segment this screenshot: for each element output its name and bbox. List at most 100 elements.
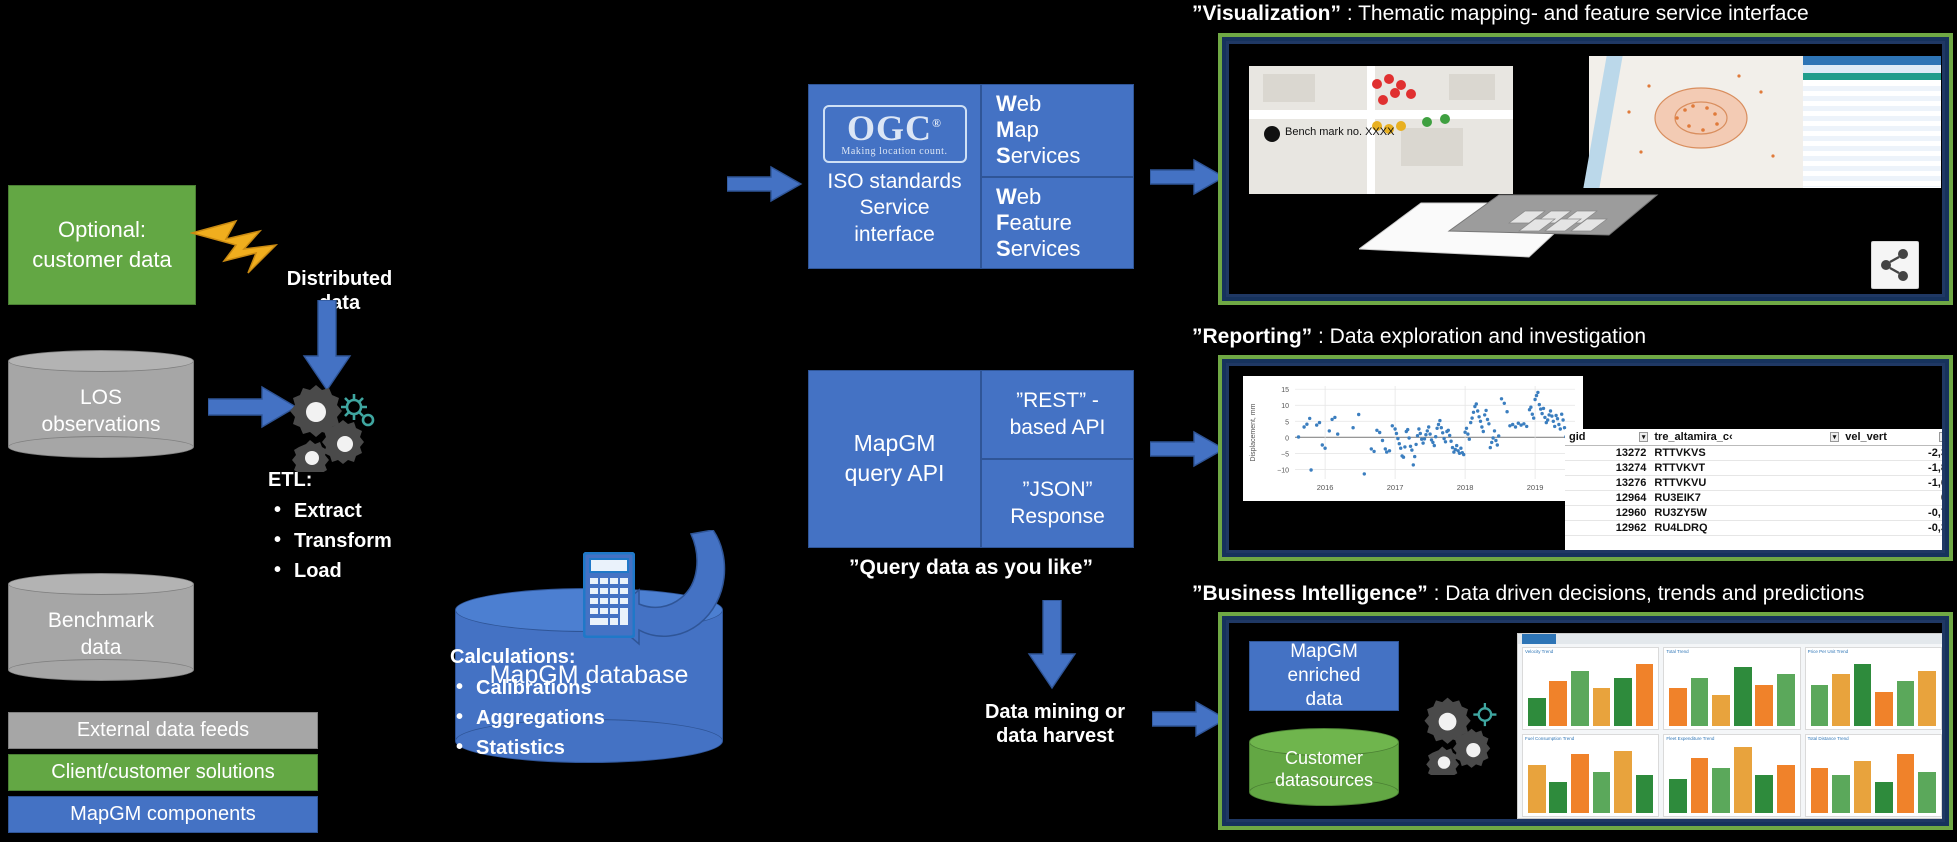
- benchmark-data-label: Benchmark data: [47, 608, 155, 659]
- table-cell: 13272: [1565, 445, 1651, 461]
- optional-customer-data-box: Optional: customer data: [8, 185, 196, 305]
- dashboard-bar: [1918, 670, 1937, 726]
- bi-panel-title: ”Business Intelligence” : Data driven de…: [1192, 582, 1864, 606]
- benchmark-data-cylinder: Benchmark data: [8, 573, 194, 681]
- dashboard-bar: [1571, 670, 1589, 726]
- legend-label: External data feeds: [76, 719, 250, 741]
- dashboard-bar: [1810, 684, 1829, 726]
- reporting-panel-title: ”Reporting” : Data exploration and inves…: [1192, 325, 1646, 349]
- svg-text:−10: −10: [1277, 467, 1289, 474]
- thematic-map-view[interactable]: Bench mark no. XXXX: [1249, 66, 1513, 194]
- visualization-panel-title: ”Visualization” : Thematic mapping- and …: [1192, 2, 1809, 26]
- arrow-down-to-harvest: [1027, 600, 1077, 690]
- share-icon[interactable]: [1871, 241, 1919, 289]
- web-feature-services-label: Web Feature Services: [996, 183, 1081, 261]
- table-column-header: gid ▾: [1565, 429, 1651, 446]
- feature-service-view[interactable]: [1583, 56, 1941, 188]
- dashboard-bar: [1549, 681, 1568, 726]
- legend-item-client-customer-solutions: Client/customer solutions: [8, 754, 318, 791]
- mapgm-query-api-label: MapGM query API: [844, 430, 945, 486]
- reporting-title-quoted: ”Reporting”: [1192, 325, 1313, 348]
- dashboard-card-title: Fleet Expenditure Trend: [1666, 736, 1715, 741]
- etl-item: Extract: [268, 495, 468, 526]
- business-intelligence-panel: MapGM enriched data Customer datasources: [1218, 612, 1953, 830]
- dashboard-bar: [1832, 674, 1850, 726]
- table-cell: RU3EIK7: [1650, 490, 1842, 506]
- dashboard-bar: [1669, 778, 1687, 813]
- api-formats-column: ”REST” - based API ”JSON” Response: [981, 370, 1134, 548]
- bi-title-quoted: ”Business Intelligence”: [1192, 582, 1428, 605]
- table-body: [1803, 81, 1941, 187]
- dashboard-bar: [1755, 775, 1774, 813]
- dashboard-bar: [1755, 684, 1774, 726]
- svg-text:Displacement, mm: Displacement, mm: [1250, 403, 1257, 461]
- svg-text:2018: 2018: [1457, 483, 1474, 492]
- dashboard-bar: [1896, 681, 1915, 726]
- displacement-scatter-chart[interactable]: 15 10 5 0 −5 −10 2016 2017 2018 2019 Displacement,…: [1243, 376, 1583, 501]
- etl-list: Extract Transform Load: [268, 495, 468, 586]
- bi-dashboard[interactable]: Velocity Trend Total Trend Price Per Unit …: [1517, 633, 1942, 819]
- dashboard-chart-card[interactable]: Fuel Consumption Trend: [1522, 734, 1660, 817]
- svg-text:2017: 2017: [1387, 483, 1404, 492]
- dashboard-bar: [1712, 694, 1731, 726]
- mapgm-query-api-box: MapGM query API: [808, 370, 981, 548]
- json-response-label: ”JSON” Response: [1010, 478, 1105, 528]
- visualization-panel-inner: Bench mark no. XXXX: [1226, 41, 1945, 297]
- table-cell: RU4LDRQ: [1650, 520, 1842, 536]
- table-cell: RTTVKVT: [1650, 460, 1842, 476]
- svg-text:5: 5: [1285, 419, 1289, 426]
- reporting-panel: 15 10 5 0 −5 −10 2016 2017 2018 2019 Displacement,…: [1218, 355, 1953, 561]
- table-subheader-row: [1803, 65, 1941, 73]
- table-row: 13274RTTVKVT-1,8: [1565, 460, 1942, 476]
- feature-attribute-table[interactable]: [1803, 56, 1941, 188]
- rest-api-box: ”REST” - based API: [981, 370, 1134, 459]
- mapgm-database-cylinder: MapGM database: [455, 588, 723, 763]
- dashboard-bar: [1690, 677, 1709, 726]
- dashboard-bar: [1527, 698, 1546, 726]
- dashboard-chart-card[interactable]: Total Trend: [1663, 647, 1801, 730]
- table-highlight-row: [1803, 73, 1941, 80]
- table-row: 12960RU3ZY5W-0,7: [1565, 505, 1942, 521]
- table-header-row: [1803, 56, 1941, 65]
- svg-text:2016: 2016: [1317, 483, 1334, 492]
- table-cell: 12960: [1565, 505, 1651, 521]
- dashboard-bar: [1832, 775, 1850, 813]
- legend-item-external-data-feeds: External data feeds: [8, 712, 318, 749]
- table-cell: 0: [1841, 490, 1942, 506]
- dashboard-chart-card[interactable]: Velocity Trend: [1522, 647, 1660, 730]
- mapgm-database-label: MapGM database: [489, 661, 689, 689]
- legend: External data feeds Client/customer solu…: [8, 712, 318, 833]
- arrow-to-ogc: [727, 165, 803, 203]
- dashboard-chart-card[interactable]: Price Per Unit Trend: [1804, 647, 1942, 730]
- table-cell: RU3ZY5W: [1650, 505, 1842, 521]
- ogc-standards-box: OGC® Making location count. ISO standard…: [808, 84, 981, 269]
- data-mining-label: Data mining or data harvest: [984, 701, 1125, 747]
- dashboard-bar: [1853, 663, 1872, 726]
- feature-map: [1583, 56, 1803, 188]
- dashboard-bar: [1733, 667, 1752, 726]
- dashboard-chart-card[interactable]: Fleet Expenditure Trend: [1663, 734, 1801, 817]
- dashboard-chart-card[interactable]: Total Distance Trend: [1804, 734, 1942, 817]
- optional-customer-data-label: Optional: customer data: [32, 217, 172, 272]
- table-cell: -1,8: [1841, 460, 1942, 476]
- dashboard-card-title: Total Distance Trend: [1807, 736, 1849, 741]
- reporting-data-table[interactable]: gid▾tre_altamira_c‹▾vel_vert▾13272RTTVKV…: [1565, 429, 1942, 550]
- tilted-grid-visual: [1359, 194, 1659, 258]
- table-column-header: vel_vert▾: [1841, 429, 1942, 446]
- arrow-to-business-intelligence: [1152, 700, 1228, 738]
- dashboard-bar: [1549, 781, 1568, 813]
- dashboard-card-title: Total Trend: [1666, 649, 1689, 654]
- dashboard-bar: [1875, 781, 1893, 813]
- dashboard-toolbar: [1518, 634, 1942, 644]
- arrow-down-distributed: [302, 300, 352, 392]
- reporting-panel-inner: 15 10 5 0 −5 −10 2016 2017 2018 2019 Displacement,…: [1226, 363, 1945, 553]
- legend-item-mapgm-components: MapGM components: [8, 796, 318, 833]
- mapgm-enriched-data-box: MapGM enriched data: [1249, 641, 1399, 711]
- dashboard-card-title: Velocity Trend: [1525, 649, 1554, 654]
- dashboard-bar: [1875, 691, 1893, 726]
- report-table: gid▾tre_altamira_c‹▾vel_vert▾13272RTTVKV…: [1565, 429, 1942, 536]
- table-row: 12962RU4LDRQ-0,3: [1565, 520, 1942, 536]
- dashboard-bar: [1690, 757, 1709, 813]
- dashboard-bar: [1777, 764, 1795, 813]
- ogc-logo-registered: ®: [932, 116, 942, 131]
